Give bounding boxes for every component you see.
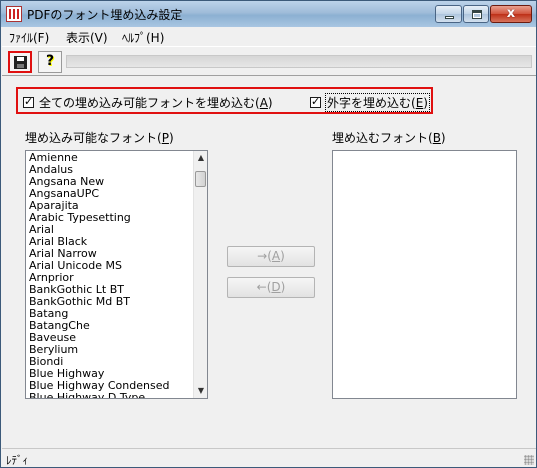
save-disk-icon xyxy=(14,56,27,69)
menu-bar: ﾌｧｲﾙ(F) 表示(V) ﾍﾙﾌﾟ(H) xyxy=(2,27,536,45)
toolbar: ? xyxy=(2,46,536,76)
close-icon: x xyxy=(506,6,516,21)
available-fonts-scrollbar[interactable]: ▲ ▼ xyxy=(193,151,207,398)
embed-gaiji-checkbox-row[interactable]: 外字を埋め込む(E) xyxy=(310,93,430,112)
status-bar: ﾚﾃﾞｨ xyxy=(2,448,536,467)
available-fonts-items: Amienne Andalus Angsana New AngsanaUPC Apara… xyxy=(29,152,193,399)
available-fonts-list[interactable]: Amienne Andalus Angsana New AngsanaUPC Apara… xyxy=(25,150,208,399)
main-window: PDFのフォント埋め込み設定 x ﾌｧｲﾙ(F) 表示(V) ﾍﾙﾌﾟ(H) ?… xyxy=(0,0,537,468)
menu-help[interactable]: ﾍﾙﾌﾟ(H) xyxy=(122,29,164,46)
embed-options-group: 全ての埋め込み可能フォントを埋め込む(A) 外字を埋め込む(E) xyxy=(16,87,433,114)
menu-file[interactable]: ﾌｧｲﾙ(F) xyxy=(9,29,49,46)
add-font-button[interactable]: →(A) xyxy=(227,246,315,267)
app-icon[interactable] xyxy=(6,6,22,22)
embed-all-checkbox-row[interactable]: 全ての埋め込み可能フォントを埋め込む(A) xyxy=(23,94,273,111)
scroll-down-icon[interactable]: ▼ xyxy=(194,384,207,398)
embed-fonts-label: 埋め込むフォント(B) xyxy=(332,131,446,145)
maximize-button[interactable] xyxy=(463,5,489,23)
font-list-item[interactable]: Blue Highway D Type xyxy=(29,392,193,399)
embed-gaiji-label: 外字を埋め込む(E) xyxy=(325,93,430,112)
save-button[interactable] xyxy=(8,51,32,73)
title-bar[interactable]: PDFのフォント埋め込み設定 x xyxy=(1,1,536,27)
close-button[interactable]: x xyxy=(490,5,532,23)
minimize-button[interactable] xyxy=(435,5,462,23)
help-button[interactable]: ? xyxy=(38,51,62,73)
window-title: PDFのフォント埋め込み設定 xyxy=(27,8,183,22)
toolbar-band xyxy=(66,55,532,68)
available-fonts-label: 埋め込み可能なフォント(P) xyxy=(25,131,174,145)
menu-view[interactable]: 表示(V) xyxy=(66,29,108,46)
remove-font-button[interactable]: ←(D) xyxy=(227,277,315,298)
scroll-thumb[interactable] xyxy=(195,171,206,187)
embed-fonts-list[interactable] xyxy=(332,150,517,399)
maximize-icon xyxy=(472,10,482,19)
embed-all-checkbox[interactable] xyxy=(23,95,34,108)
status-text: ﾚﾃﾞｨ xyxy=(6,454,28,467)
scroll-up-icon[interactable]: ▲ xyxy=(194,151,207,165)
embed-all-label: 全ての埋め込み可能フォントを埋め込む(A) xyxy=(39,96,273,110)
resize-grip-icon[interactable] xyxy=(524,455,534,465)
help-question-icon: ? xyxy=(45,53,55,69)
minimize-icon xyxy=(445,16,454,19)
embed-gaiji-checkbox[interactable] xyxy=(310,95,321,108)
